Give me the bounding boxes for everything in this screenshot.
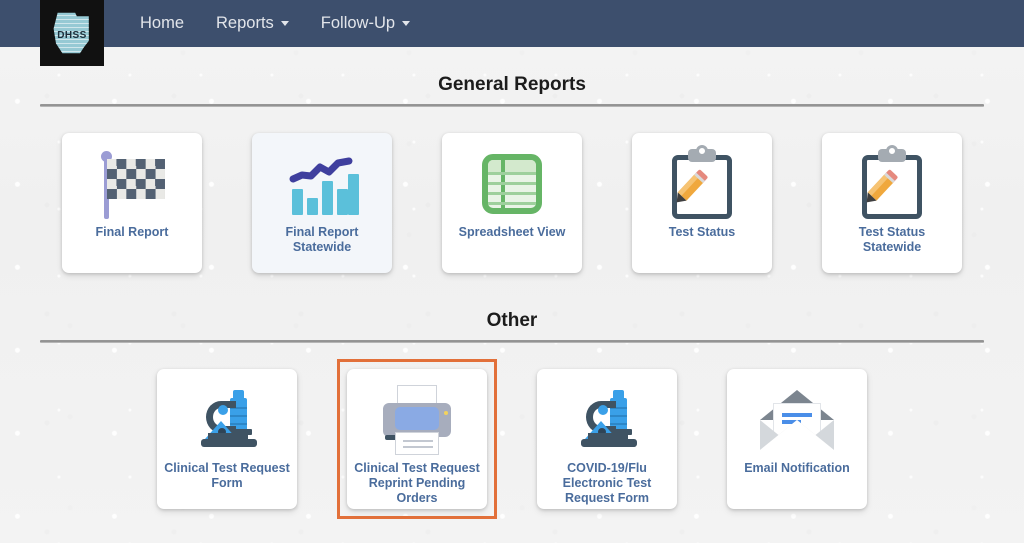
card-test-status-statewide[interactable]: Test Status Statewide: [822, 133, 962, 273]
card-label: Final Report: [95, 225, 169, 239]
card-wrapper-reprint-pending-orders: Clinical Test Request Reprint Pending Or…: [337, 359, 497, 519]
section-title-other: Other: [486, 310, 538, 331]
card-label: COVID-19/Flu Electronic Test Request For…: [562, 461, 652, 505]
card-spreadsheet-view[interactable]: Spreadsheet View: [442, 133, 582, 273]
card-covid-19-flu-electronic-test-request-form[interactable]: COVID-19/Flu Electronic Test Request For…: [537, 369, 677, 509]
card-wrapper-test-status-statewide: Test Status Statewide: [812, 123, 972, 283]
general-reports-card-row: Final Report Final Report Statewide Spre…: [40, 123, 984, 283]
nav-item-reports[interactable]: Reports: [200, 8, 305, 39]
other-card-row: Clinical Test Request Form Clinical Test…: [40, 359, 984, 519]
card-final-report-statewide[interactable]: Final Report Statewide: [252, 133, 392, 273]
nav-item-home-label: Home: [140, 14, 185, 32]
card-email-notification[interactable]: Email Notification: [727, 369, 867, 509]
nav-item-reports-label: Reports: [216, 14, 274, 32]
card-wrapper-test-status: Test Status: [622, 123, 782, 283]
nav-menu: Home Reports Follow-Up: [124, 8, 426, 39]
nav-item-follow-up[interactable]: Follow-Up: [305, 8, 426, 39]
card-clinical-test-request-reprint-pending-orders[interactable]: Clinical Test Request Reprint Pending Or…: [347, 369, 487, 509]
card-label: Clinical Test Request Reprint Pending Or…: [354, 461, 480, 505]
nav-item-follow-up-label: Follow-Up: [320, 14, 396, 32]
section-divider: [40, 104, 984, 107]
card-label: Test Status Statewide: [858, 225, 926, 254]
card-wrapper-email-notification: Email Notification: [717, 359, 877, 519]
logo-text: DHSS: [57, 30, 87, 42]
checkered-flag-icon: [93, 145, 171, 223]
card-wrapper-final-report-statewide: Final Report Statewide: [242, 123, 402, 283]
open-envelope-icon: [758, 381, 836, 459]
card-label: Final Report Statewide: [285, 225, 359, 254]
card-label: Test Status: [668, 225, 736, 239]
card-label: Spreadsheet View: [458, 225, 566, 239]
spreadsheet-grid-icon: [473, 145, 551, 223]
card-label: Clinical Test Request Form: [164, 461, 290, 490]
card-wrapper-spreadsheet-view: Spreadsheet View: [432, 123, 592, 283]
card-test-status[interactable]: Test Status: [632, 133, 772, 273]
top-navigation-bar: DHSS Home Reports Follow-Up: [0, 0, 1024, 66]
card-wrapper-clinical-test-request-form: Clinical Test Request Form: [147, 359, 307, 519]
card-wrapper-covid-flu-etrf: COVID-19/Flu Electronic Test Request For…: [527, 359, 687, 519]
printer-icon: [378, 381, 456, 459]
card-wrapper-final-report: Final Report: [52, 123, 212, 283]
card-clinical-test-request-form[interactable]: Clinical Test Request Form: [157, 369, 297, 509]
chevron-down-icon: [402, 21, 411, 26]
clipboard-pencil-icon: [853, 145, 931, 223]
nav-item-home[interactable]: Home: [124, 8, 200, 39]
chevron-down-icon: [280, 21, 289, 26]
card-final-report[interactable]: Final Report: [62, 133, 202, 273]
bar-chart-trend-icon: [283, 145, 361, 223]
microscope-icon: [568, 381, 646, 459]
card-label: Email Notification: [744, 461, 850, 475]
microscope-icon: [188, 381, 266, 459]
section-title-general-reports: General Reports: [438, 74, 586, 95]
clipboard-pencil-icon: [663, 145, 741, 223]
page-content: General Reports Final Report Final Repor…: [0, 74, 1024, 519]
dhss-logo[interactable]: DHSS: [40, 0, 104, 66]
section-divider: [40, 340, 984, 343]
missouri-state-shape-icon: DHSS: [52, 11, 92, 55]
